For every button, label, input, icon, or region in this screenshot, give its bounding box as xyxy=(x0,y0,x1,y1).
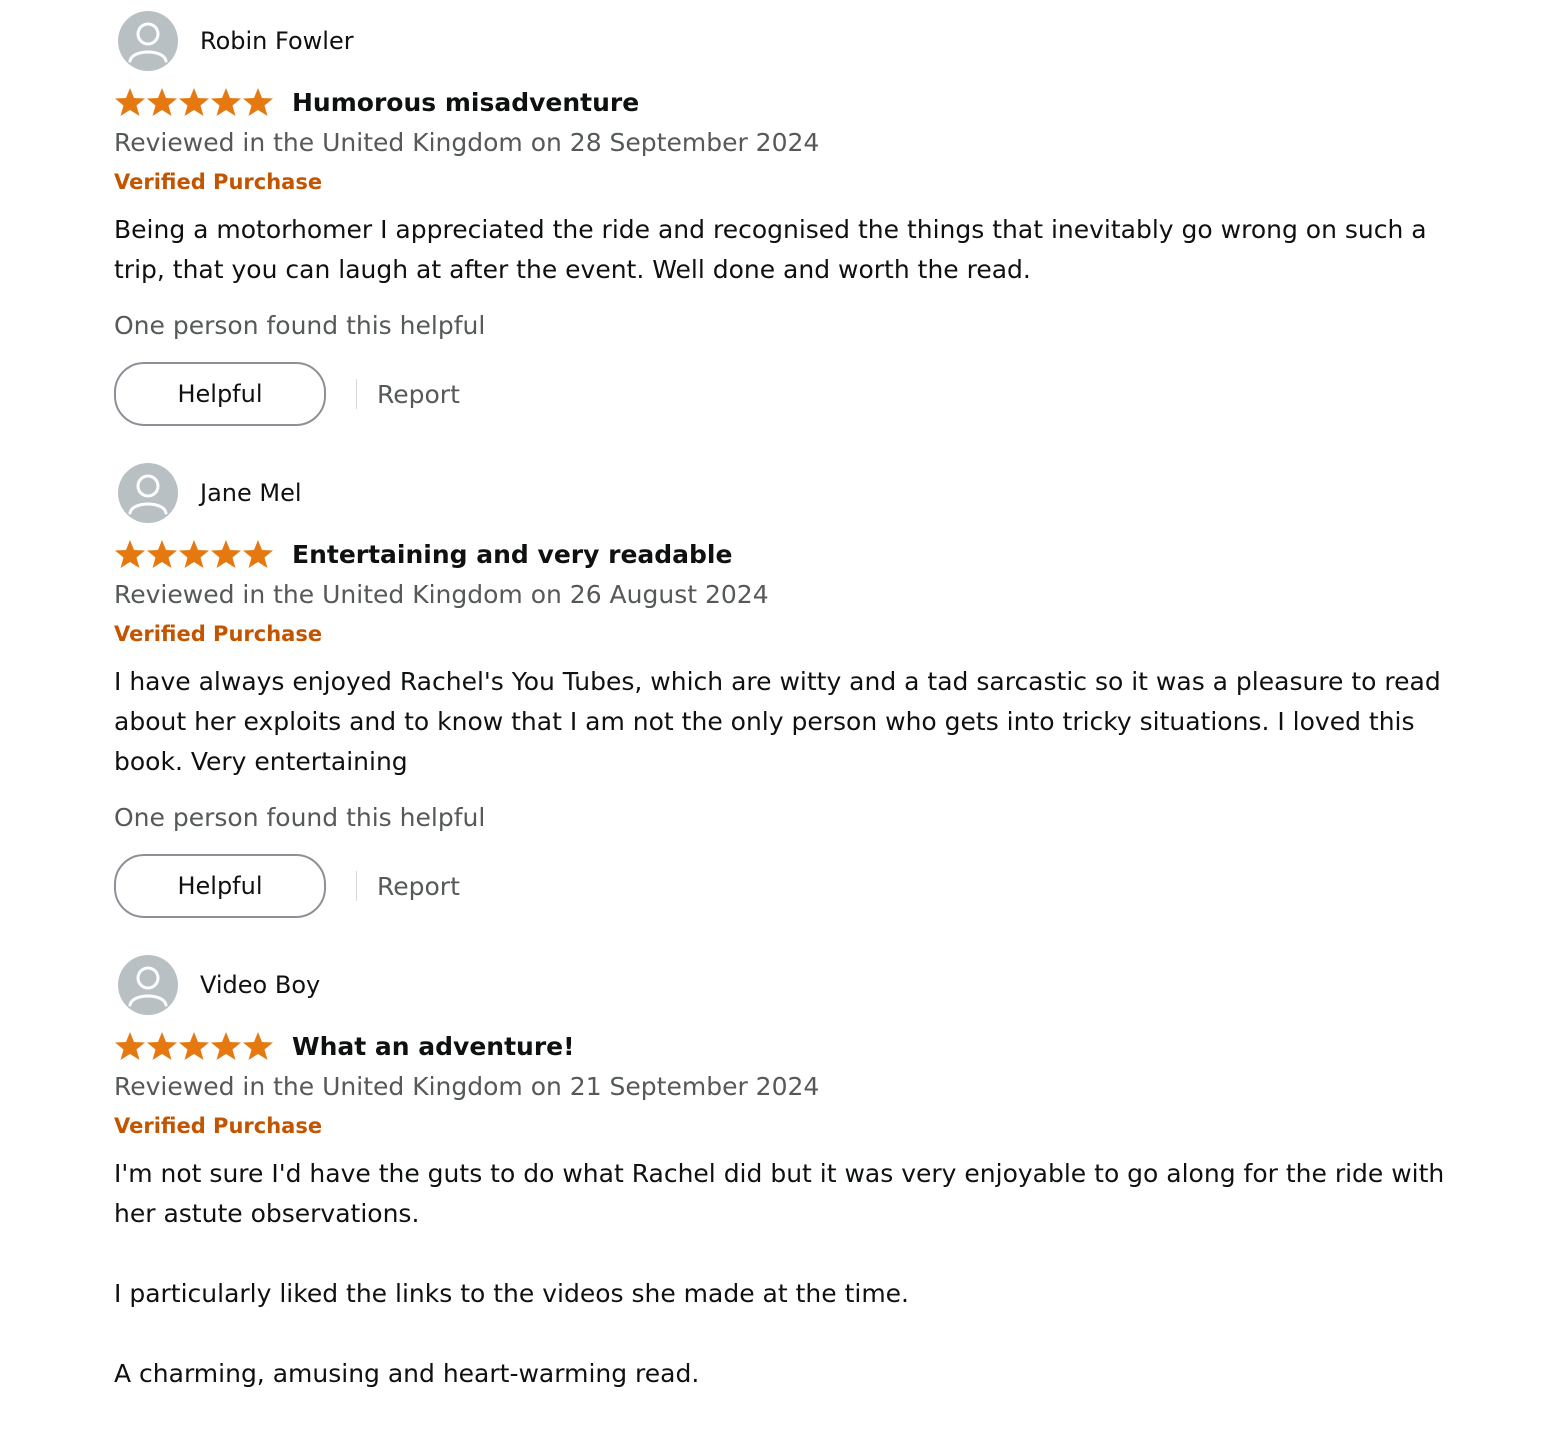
reviewer-name[interactable]: Jane Mel xyxy=(200,479,302,507)
reviewer-name[interactable]: Robin Fowler xyxy=(200,27,354,55)
review-title[interactable]: What an adventure! xyxy=(292,1032,575,1061)
review-title[interactable]: Humorous misadventure xyxy=(292,88,639,117)
reviews-list: Robin Fowler Humorous misadventure Revie… xyxy=(114,0,1514,1394)
star-rating[interactable] xyxy=(114,1030,274,1062)
review-body: I have always enjoyed Rachel's You Tubes… xyxy=(114,667,1441,776)
filled-star-icon xyxy=(243,88,273,116)
review-title[interactable]: Entertaining and very readable xyxy=(292,540,732,569)
divider xyxy=(356,871,357,901)
verified-purchase-badge: Verified Purchase xyxy=(114,622,323,646)
report-link[interactable]: Report xyxy=(377,380,460,409)
default-profile-icon xyxy=(118,463,178,523)
helpful-count: One person found this helpful xyxy=(114,803,486,832)
filled-star-icon xyxy=(115,1032,145,1060)
review-body: I'm not sure I'd have the guts to do wha… xyxy=(114,1159,1445,1388)
helpful-button[interactable]: Helpful xyxy=(114,362,326,426)
star-rating[interactable] xyxy=(114,86,274,118)
filled-star-icon xyxy=(179,88,209,116)
divider xyxy=(356,379,357,409)
review-item: Robin Fowler Humorous misadventure Revie… xyxy=(114,10,1514,426)
filled-star-icon xyxy=(243,540,273,568)
verified-purchase-badge: Verified Purchase xyxy=(114,1114,323,1138)
review-body: Being a motorhomer I appreciated the rid… xyxy=(114,215,1427,284)
filled-star-icon xyxy=(179,1032,209,1060)
filled-star-icon xyxy=(115,88,145,116)
star-rating[interactable] xyxy=(114,538,274,570)
filled-star-icon xyxy=(147,1032,177,1060)
verified-purchase-badge: Verified Purchase xyxy=(114,170,323,194)
filled-star-icon xyxy=(115,540,145,568)
review-actions: Helpful Report xyxy=(114,854,1514,918)
report-link[interactable]: Report xyxy=(377,872,460,901)
reviewer-profile[interactable]: Robin Fowler xyxy=(114,10,1514,72)
filled-star-icon xyxy=(211,1032,241,1060)
helpful-count: One person found this helpful xyxy=(114,311,486,340)
review-date: Reviewed in the United Kingdom on 28 Sep… xyxy=(114,128,820,157)
reviewer-profile[interactable]: Video Boy xyxy=(114,954,1514,1016)
filled-star-icon xyxy=(243,1032,273,1060)
filled-star-icon xyxy=(147,540,177,568)
review-title-row: Entertaining and very readable xyxy=(114,534,1514,574)
review-item: Video Boy What an adventure! Reviewed in… xyxy=(114,954,1514,1394)
filled-star-icon xyxy=(211,540,241,568)
filled-star-icon xyxy=(179,540,209,568)
review-actions: Helpful Report xyxy=(114,362,1514,426)
review-item: Jane Mel Entertaining and very readable … xyxy=(114,462,1514,918)
filled-star-icon xyxy=(211,88,241,116)
default-profile-icon xyxy=(118,955,178,1015)
default-profile-icon xyxy=(118,11,178,71)
reviewer-profile[interactable]: Jane Mel xyxy=(114,462,1514,524)
filled-star-icon xyxy=(147,88,177,116)
review-title-row: What an adventure! xyxy=(114,1026,1514,1066)
helpful-button[interactable]: Helpful xyxy=(114,854,326,918)
review-title-row: Humorous misadventure xyxy=(114,82,1514,122)
reviewer-name[interactable]: Video Boy xyxy=(200,971,320,999)
review-date: Reviewed in the United Kingdom on 21 Sep… xyxy=(114,1072,820,1101)
review-date: Reviewed in the United Kingdom on 26 Aug… xyxy=(114,580,769,609)
